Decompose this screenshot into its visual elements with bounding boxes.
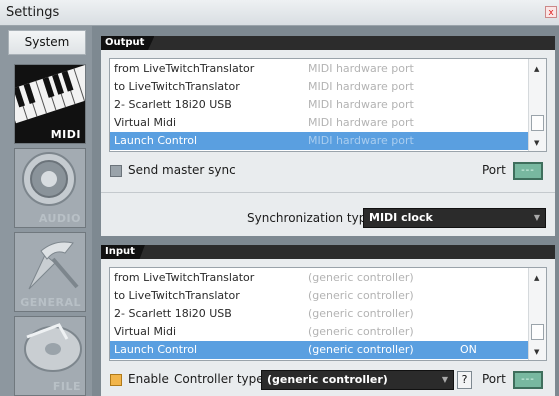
- sidebar-item-label: FILE: [52, 380, 81, 393]
- scroll-down-icon[interactable]: ▼: [534, 348, 539, 356]
- output-scrollbar[interactable]: ▲ ▼: [528, 59, 546, 151]
- output-title: Output: [101, 36, 155, 50]
- input-port-list[interactable]: from LiveTwitchTranslator (generic contr…: [109, 267, 547, 361]
- sync-type-label: Synchronization type:: [247, 211, 378, 225]
- input-section-header: Input: [101, 245, 555, 259]
- sidebar-item-general[interactable]: GENERAL: [14, 232, 86, 312]
- list-item[interactable]: Virtual Midi (generic controller): [110, 323, 528, 341]
- controller-type-label: Controller type:: [174, 372, 268, 386]
- list-item[interactable]: 2- Scarlett 18i20 USB (generic controlle…: [110, 305, 528, 323]
- list-item[interactable]: 2- Scarlett 18i20 USB MIDI hardware port: [110, 96, 528, 114]
- list-item[interactable]: to LiveTwitchTranslator MIDI hardware po…: [110, 78, 528, 96]
- list-item-selected[interactable]: Launch Control (generic controller) ON: [110, 341, 528, 359]
- list-item[interactable]: Virtual Midi MIDI hardware port: [110, 114, 528, 132]
- send-master-sync-label: Send master sync: [128, 163, 236, 177]
- sidebar: System MIDI AUDIO GENERAL FILE: [0, 26, 92, 396]
- sidebar-item-label: GENERAL: [20, 296, 81, 309]
- speaker-icon: [22, 152, 76, 206]
- list-item[interactable]: from LiveTwitchTranslator MIDI hardware …: [110, 60, 528, 78]
- midi-keyboard-icon: [15, 65, 85, 124]
- window-title: Settings: [6, 5, 60, 20]
- output-section-header: Output: [101, 36, 555, 50]
- input-port-selector[interactable]: ---: [513, 371, 543, 389]
- sync-type-dropdown[interactable]: MIDI clock ▼: [363, 208, 546, 228]
- sidebar-item-audio[interactable]: AUDIO: [14, 148, 86, 228]
- sidebar-item-midi[interactable]: MIDI: [14, 64, 86, 144]
- file-disc-icon: [24, 323, 82, 372]
- close-icon[interactable]: x: [545, 6, 557, 18]
- divider: [101, 192, 555, 193]
- sidebar-item-label: AUDIO: [38, 212, 81, 225]
- title-bar: Settings x: [0, 0, 559, 26]
- chevron-down-icon: ▼: [441, 375, 448, 384]
- scroll-thumb[interactable]: [531, 115, 544, 131]
- scroll-up-icon[interactable]: ▲: [534, 274, 539, 282]
- scroll-up-icon[interactable]: ▲: [534, 65, 539, 73]
- sidebar-item-file[interactable]: FILE: [14, 316, 86, 396]
- input-title: Input: [101, 245, 145, 259]
- scroll-thumb[interactable]: [531, 324, 544, 340]
- help-button[interactable]: ?: [457, 371, 472, 389]
- input-scrollbar[interactable]: ▲ ▼: [528, 268, 546, 360]
- send-master-sync-checkbox[interactable]: [110, 165, 122, 177]
- scroll-down-icon[interactable]: ▼: [534, 139, 539, 147]
- output-port-label: Port: [482, 163, 506, 177]
- enable-checkbox[interactable]: [110, 374, 122, 386]
- list-item[interactable]: from LiveTwitchTranslator (generic contr…: [110, 269, 528, 287]
- chevron-down-icon: ▼: [533, 213, 540, 222]
- tab-system[interactable]: System: [8, 30, 86, 55]
- sidebar-item-label: MIDI: [50, 128, 81, 141]
- output-port-selector[interactable]: ---: [513, 162, 543, 180]
- enable-label: Enable: [128, 372, 169, 386]
- general-tools-icon: [28, 241, 79, 290]
- output-port-list[interactable]: from LiveTwitchTranslator MIDI hardware …: [109, 58, 547, 152]
- status-badge: ON: [460, 343, 477, 356]
- list-item-selected[interactable]: Launch Control MIDI hardware port: [110, 132, 528, 150]
- settings-window: Settings x System MIDI AUDIO GENERAL FIL…: [0, 0, 559, 396]
- input-port-label: Port: [482, 372, 506, 386]
- controller-type-dropdown[interactable]: (generic controller) ▼: [261, 370, 454, 390]
- list-item[interactable]: to LiveTwitchTranslator (generic control…: [110, 287, 528, 305]
